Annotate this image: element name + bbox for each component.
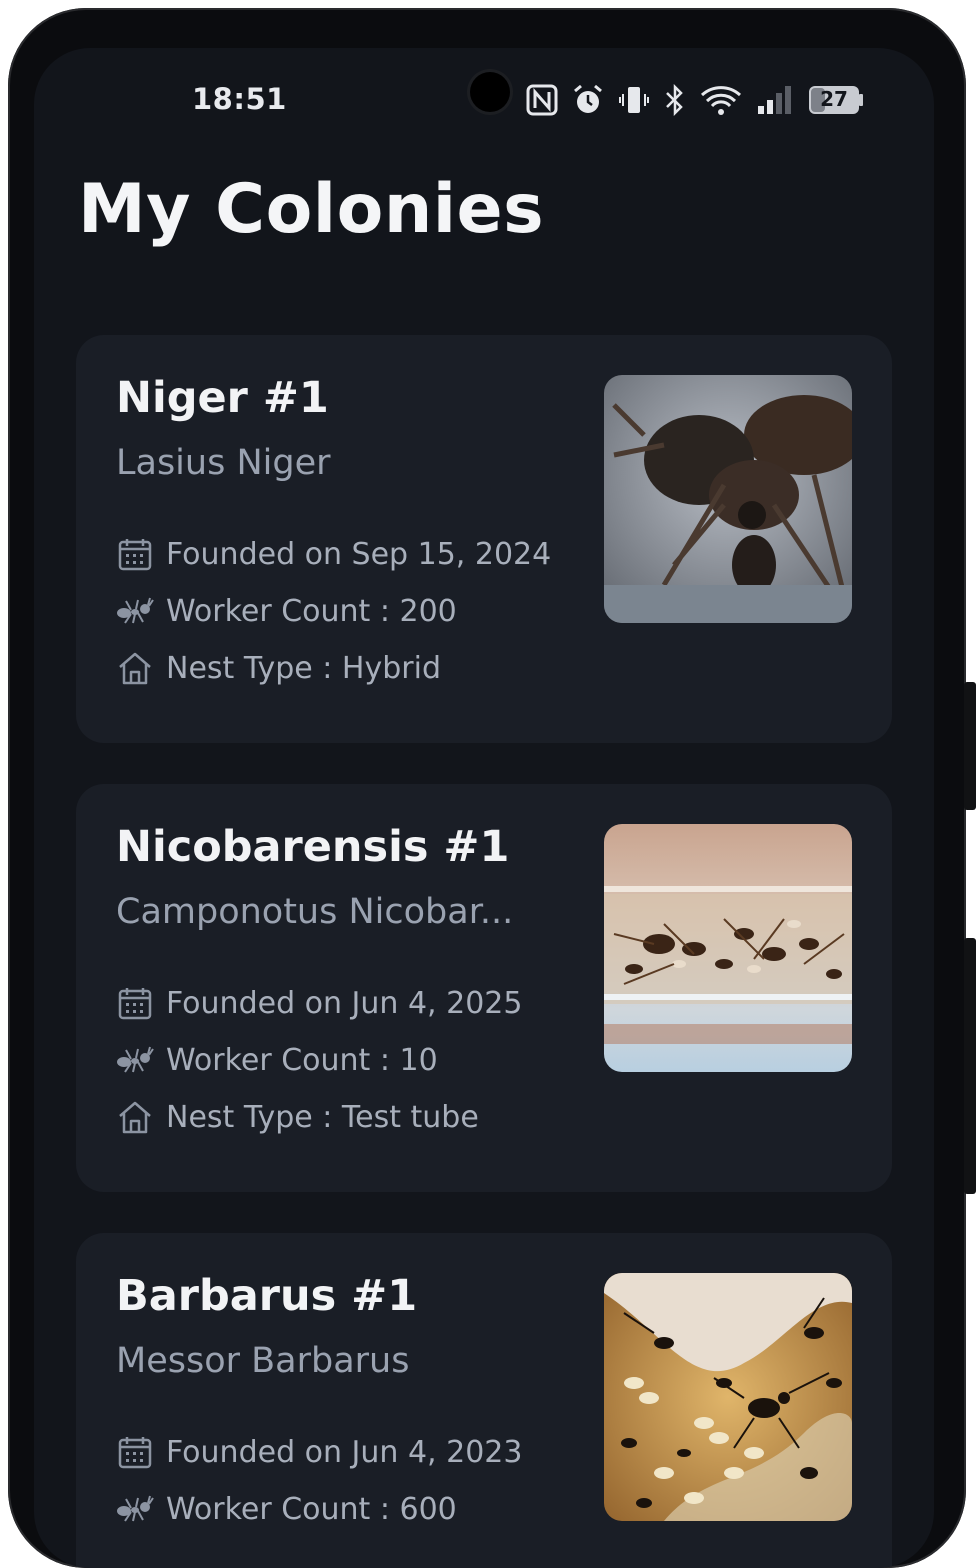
battery-level: 27 bbox=[820, 87, 848, 111]
colony-name: Nicobarensis #1 bbox=[116, 822, 510, 872]
nest-text: Nest Type : Hybrid bbox=[166, 650, 441, 686]
workers-text: Worker Count : 600 bbox=[166, 1491, 457, 1527]
colony-species: Messor Barbarus bbox=[116, 1341, 410, 1381]
status-icons: 27 bbox=[526, 81, 864, 119]
founded-row: Founded on Sep 15, 2024 bbox=[116, 535, 551, 573]
power-button bbox=[964, 938, 976, 1194]
colony-card[interactable]: Barbarus #1 Messor Barbarus Founded on J… bbox=[76, 1233, 892, 1568]
colony-name: Niger #1 bbox=[116, 373, 329, 423]
founded-text: Founded on Jun 4, 2025 bbox=[166, 985, 523, 1021]
nest-row: Nest Type : Hybrid bbox=[116, 649, 441, 687]
workers-row: Worker Count : 200 bbox=[116, 592, 457, 630]
workers-text: Worker Count : 10 bbox=[166, 1042, 438, 1078]
vibrate-icon bbox=[618, 84, 650, 116]
founded-row: Founded on Jun 4, 2023 bbox=[116, 1433, 522, 1471]
alarm-icon bbox=[572, 84, 604, 116]
bluetooth-icon bbox=[664, 84, 686, 116]
signal-icon bbox=[756, 84, 794, 116]
battery-icon: 27 bbox=[808, 85, 864, 115]
nfc-icon bbox=[526, 84, 558, 116]
colony-name: Barbarus #1 bbox=[116, 1271, 418, 1321]
colony-card[interactable]: Nicobarensis #1 Camponotus Nicobar... Fo… bbox=[76, 784, 892, 1192]
founded-row: Founded on Jun 4, 2025 bbox=[116, 984, 522, 1022]
workers-row: Worker Count : 600 bbox=[116, 1490, 457, 1528]
colony-card[interactable]: Niger #1 Lasius Niger Founded on Sep 15,… bbox=[76, 335, 892, 743]
status-bar: 18:51 27 bbox=[34, 48, 934, 148]
colony-photo bbox=[604, 824, 852, 1072]
volume-button bbox=[964, 682, 976, 810]
camera-cutout bbox=[470, 72, 510, 112]
calendar-icon bbox=[116, 984, 154, 1022]
ant-icon bbox=[116, 1490, 154, 1528]
colony-photo bbox=[604, 375, 852, 623]
wifi-icon bbox=[700, 84, 742, 116]
ant-icon bbox=[116, 1041, 154, 1079]
page-title: My Colonies bbox=[78, 170, 545, 249]
home-icon bbox=[116, 1098, 154, 1136]
colony-species: Camponotus Nicobar... bbox=[116, 892, 514, 932]
nest-text: Nest Type : Test tube bbox=[166, 1099, 479, 1135]
ant-icon bbox=[116, 592, 154, 630]
colony-photo bbox=[604, 1273, 852, 1521]
screen: 18:51 27 My Colonies Niger #1 Lasius Nig… bbox=[34, 48, 934, 1568]
home-icon bbox=[116, 649, 154, 687]
workers-text: Worker Count : 200 bbox=[166, 593, 457, 629]
status-time: 18:51 bbox=[192, 82, 287, 116]
founded-text: Founded on Sep 15, 2024 bbox=[166, 536, 552, 572]
calendar-icon bbox=[116, 1433, 154, 1471]
founded-text: Founded on Jun 4, 2023 bbox=[166, 1434, 523, 1470]
nest-row: Nest Type : Test tube bbox=[116, 1098, 479, 1136]
calendar-icon bbox=[116, 535, 154, 573]
colony-species: Lasius Niger bbox=[116, 443, 331, 483]
workers-row: Worker Count : 10 bbox=[116, 1041, 438, 1079]
